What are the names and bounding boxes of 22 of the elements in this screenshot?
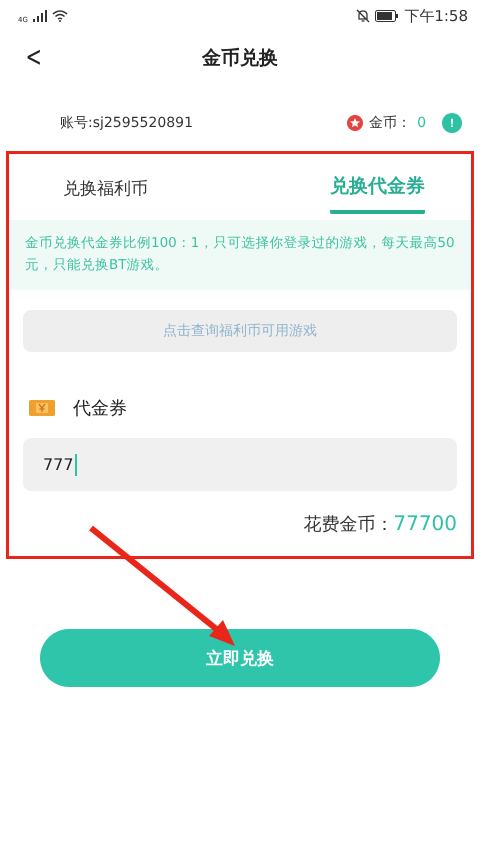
ticket-icon: [29, 399, 55, 417]
coins-value: 0: [417, 115, 426, 131]
cost-value: 77700: [393, 511, 457, 535]
battery-icon: [375, 10, 400, 22]
amount-field[interactable]: 777: [23, 438, 457, 491]
wifi-icon: [52, 10, 68, 22]
page-title: 金币兑换: [202, 46, 278, 71]
notice-text: 金币兑换代金券比例100：1，只可选择你登录过的游戏，每天最高50元，只能兑换BT游戏。: [9, 220, 471, 290]
cost-label: 花费金币：: [303, 513, 394, 536]
back-button[interactable]: <: [22, 40, 45, 73]
tab[interactable]: 兑换代金券: [330, 162, 425, 214]
star-badge-icon: [347, 115, 364, 131]
bell-off-icon: [356, 9, 370, 23]
coins-label: 金币：: [369, 114, 412, 132]
info-button[interactable]: !: [442, 113, 462, 133]
query-button[interactable]: 点击查询福利币可用游戏: [23, 310, 457, 352]
signal-icon: [32, 10, 47, 22]
status-time: 下午1:58: [404, 6, 468, 26]
voucher-label: 代金券: [73, 397, 127, 420]
tab[interactable]: 兑换福利币: [63, 162, 148, 214]
account-label: 账号:sj2595520891: [60, 114, 193, 132]
exchange-button[interactable]: 立即兑换: [40, 629, 440, 687]
